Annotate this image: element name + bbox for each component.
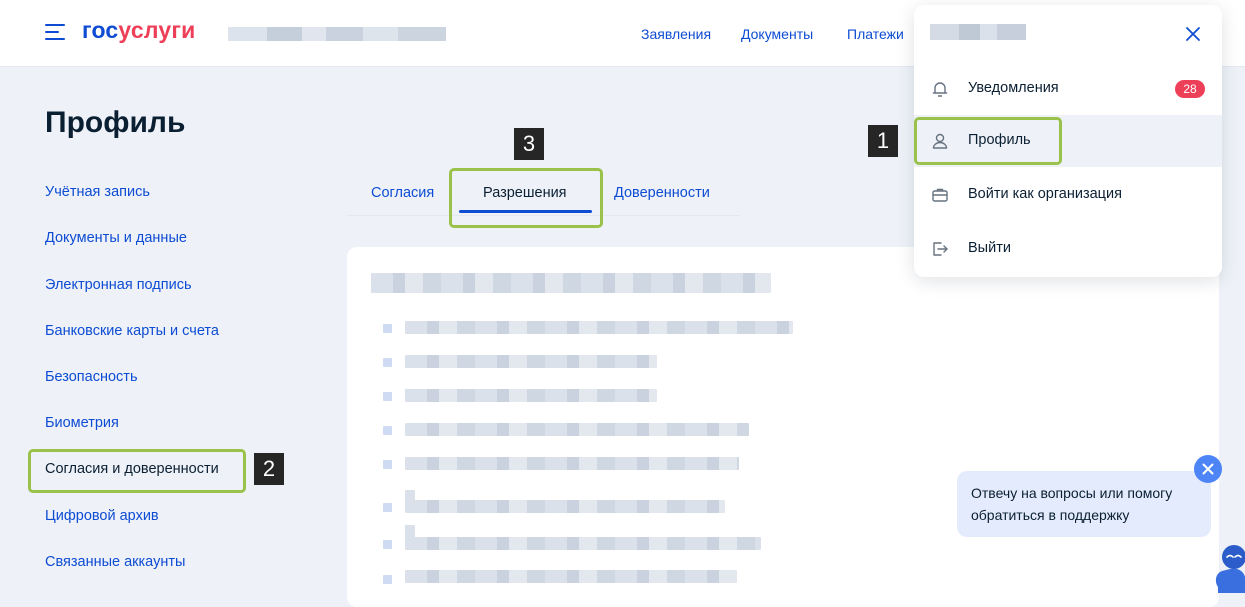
- logo-part-gos: гос: [82, 17, 119, 43]
- close-icon[interactable]: [1184, 25, 1202, 43]
- list-bullet: [383, 426, 392, 435]
- chat-bubble[interactable]: Отвечу на вопросы или помогу обратиться …: [957, 471, 1211, 537]
- tab-consents[interactable]: Согласия: [371, 185, 434, 201]
- blurred-user-name: [930, 24, 1026, 40]
- sidebar-item-bank-cards[interactable]: Банковские карты и счета: [45, 323, 219, 339]
- highlight-profile-menu-item: [914, 117, 1062, 165]
- briefcase-icon: [932, 188, 948, 202]
- menu-label-notifications: Уведомления: [968, 80, 1059, 96]
- menu-label-logout: Выйти: [968, 240, 1011, 256]
- page-title: Профиль: [45, 106, 186, 139]
- sidebar-item-e-signature[interactable]: Электронная подпись: [45, 277, 192, 293]
- list-bullet: [383, 358, 392, 367]
- notifications-count-badge: 28: [1175, 80, 1205, 98]
- list-bullet: [383, 540, 392, 549]
- blurred-list-item: [405, 389, 657, 402]
- chat-message: Отвечу на вопросы или помогу обратиться …: [971, 485, 1173, 523]
- blurred-list-item: [405, 500, 725, 513]
- menu-item-logout[interactable]: Выйти: [914, 223, 1222, 275]
- permissions-card: [347, 247, 1219, 607]
- nav-payments[interactable]: Платежи: [847, 26, 904, 42]
- menu-item-login-as-organization[interactable]: Войти как организация: [914, 169, 1222, 221]
- logout-icon: [933, 242, 948, 256]
- sidebar-item-documents[interactable]: Документы и данные: [45, 230, 187, 246]
- logo-part-uslugi: услуги: [118, 17, 196, 43]
- sidebar-item-digital-archive[interactable]: Цифровой архив: [45, 508, 159, 524]
- menu-label-login-as-organization: Войти как организация: [968, 186, 1122, 202]
- blurred-list-item: [405, 423, 749, 436]
- list-bullet: [383, 503, 392, 512]
- list-bullet: [383, 324, 392, 333]
- step-marker-2: 2: [254, 453, 284, 485]
- sidebar-item-linked-accounts[interactable]: Связанные аккаунты: [45, 554, 185, 570]
- chat-close-button[interactable]: [1194, 455, 1222, 483]
- close-icon: [1202, 463, 1214, 475]
- blurred-list-item: [405, 355, 657, 368]
- blurred-list-item: [405, 570, 737, 583]
- gosuslugi-logo[interactable]: госуслуги: [82, 17, 195, 44]
- sidebar-item-security[interactable]: Безопасность: [45, 369, 138, 385]
- nav-documents[interactable]: Документы: [741, 26, 813, 42]
- sidebar-item-biometrics[interactable]: Биометрия: [45, 415, 119, 431]
- blurred-list-item: [405, 537, 761, 550]
- blurred-list-item: [405, 321, 793, 334]
- tab-powers-of-attorney[interactable]: Доверенности: [614, 185, 710, 201]
- menu-item-notifications[interactable]: Уведомления 28: [914, 63, 1222, 115]
- nav-applications[interactable]: Заявления: [641, 26, 711, 42]
- list-bullet: [383, 575, 392, 584]
- highlight-permissions-tab: [449, 168, 603, 228]
- highlight-consents-sidebar-item: [28, 449, 246, 493]
- sidebar-item-account[interactable]: Учётная запись: [45, 184, 150, 200]
- blurred-user-info: [228, 27, 446, 41]
- blurred-list-item: [405, 457, 739, 470]
- bell-icon: [932, 82, 948, 97]
- list-bullet: [383, 392, 392, 401]
- blurred-heading: [371, 273, 771, 293]
- list-bullet: [383, 460, 392, 469]
- step-marker-3: 3: [514, 128, 544, 160]
- step-marker-1: 1: [868, 125, 898, 157]
- assistant-robot-icon[interactable]: [1210, 543, 1245, 593]
- menu-icon[interactable]: [45, 24, 65, 40]
